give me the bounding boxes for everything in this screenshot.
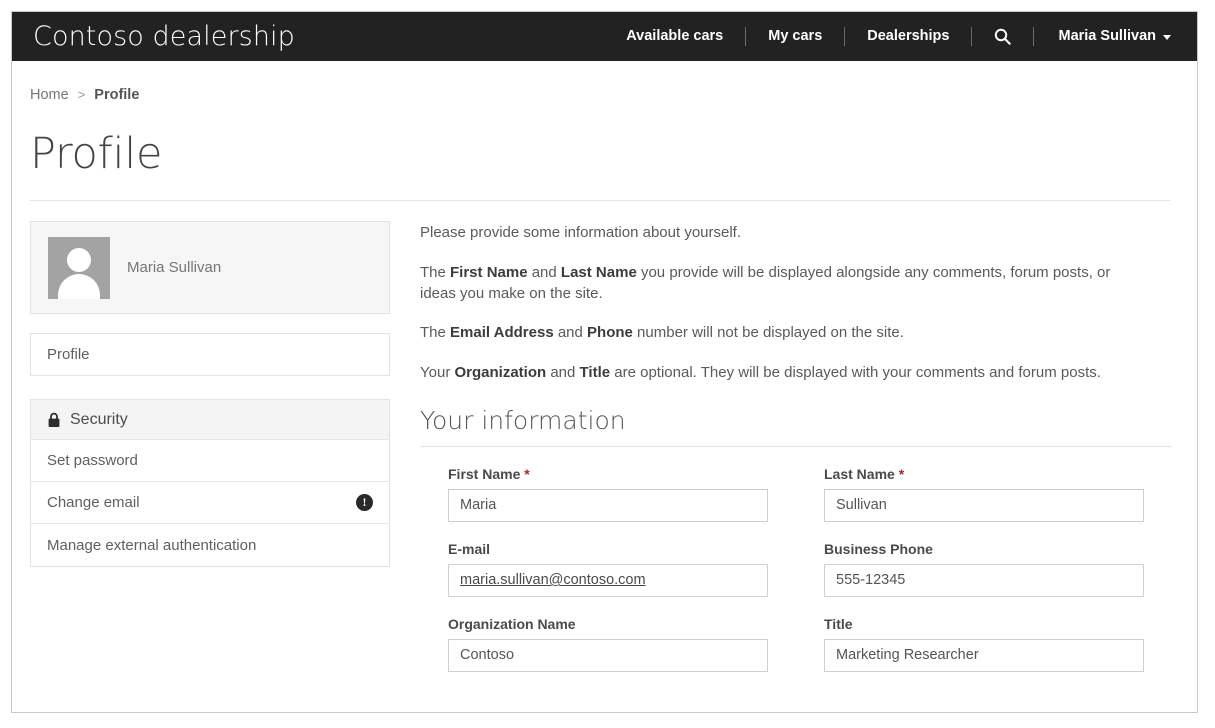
first-name-input[interactable] [448,488,768,522]
intro-text-block: Please provide some information about yo… [420,223,1179,383]
profile-summary-card: Maria Sullivan [30,221,390,315]
last-name-input[interactable] [824,488,1144,522]
warning-exclamation-icon: ! [356,494,373,512]
field-organization-name: Organization Name [448,616,768,672]
label-text: Last Name [824,465,895,482]
sidebar-item-manage-external-authentication[interactable]: Manage external authentication [31,524,389,566]
chevron-down-icon [1163,35,1171,40]
avatar-body-shape [58,273,100,299]
sidebar-item-label: Change email [47,494,140,512]
profile-form: First Name * Last Name * E-mail [420,447,1179,672]
intro-bold-first-name: First Name [450,263,528,281]
intro-paragraph-2: The First Name and Last Name you provide… [420,263,1150,304]
intro-text: The [420,263,451,281]
form-row-contact: E-mail Business Phone [448,541,1179,597]
sidebar-item-label: Manage external authentication [47,536,257,554]
intro-bold-email-address: Email Address [450,324,554,342]
main-panel: Please provide some information about yo… [390,221,1179,672]
intro-bold-phone: Phone [587,324,633,342]
page-title: Profile [30,129,163,179]
title-input[interactable] [824,638,1144,672]
required-asterisk: * [898,465,905,482]
label-text: Title [824,615,853,632]
intro-paragraph-4: Your Organization and Title are optional… [420,363,1150,384]
field-last-name: Last Name * [824,466,1144,522]
security-section-header: Security [31,400,389,441]
business-phone-input[interactable] [824,563,1144,597]
intro-text: and [546,363,580,381]
lock-icon [47,412,61,428]
email-input[interactable] [448,563,768,597]
breadcrumb-item-home[interactable]: Home [30,87,69,103]
intro-bold-title: Title [579,363,611,381]
intro-text: and [553,324,588,342]
form-row-names: First Name * Last Name * [448,466,1179,522]
field-first-name: First Name * [448,466,768,522]
intro-text: number will not be displayed on the site… [632,324,904,342]
intro-bold-last-name: Last Name [560,263,637,281]
sidebar-item-change-email[interactable]: Change email ! [31,482,389,525]
intro-text: The [420,324,451,342]
profile-user-name: Maria Sullivan [127,259,222,277]
intro-bold-organization: Organization [454,363,547,381]
avatar [48,236,110,299]
page-content: Home > Profile Profile Maria Sullivan Pr… [12,61,1197,672]
intro-paragraph-3: The Email Address and Phone number will … [420,323,1150,344]
label-first-name: First Name * [448,466,768,482]
field-title: Title [824,616,1144,672]
field-business-phone: Business Phone [824,541,1144,597]
top-navigation-bar: Contoso dealership Available cars My car… [12,12,1197,61]
nav-item-available-cars[interactable]: Available cars [604,12,745,61]
label-business-phone: Business Phone [824,541,1144,557]
label-email: E-mail [448,541,768,557]
search-button[interactable] [972,28,1033,45]
label-organization-name: Organization Name [448,616,768,632]
label-title: Title [824,616,1144,632]
label-text: Business Phone [824,540,933,557]
breadcrumb: Home > Profile [30,61,1179,103]
sidebar-nav-card: Profile [30,333,390,377]
nav-links-group: Available cars My cars Dealerships Maria… [604,12,1189,61]
content-columns: Maria Sullivan Profile Security Set pass… [30,201,1179,672]
label-text: Organization Name [448,615,576,632]
user-menu-label: Maria Sullivan [1058,28,1156,44]
brand-title[interactable]: Contoso dealership [33,21,295,52]
field-email: E-mail [448,541,768,597]
sidebar: Maria Sullivan Profile Security Set pass… [30,221,390,568]
breadcrumb-separator: > [77,87,86,102]
intro-text: are optional. They will be displayed wit… [610,363,1101,381]
nav-item-my-cars[interactable]: My cars [746,12,844,61]
avatar-head-shape [67,247,91,272]
breadcrumb-item-profile: Profile [94,87,140,103]
sidebar-item-set-password[interactable]: Set password [31,440,389,483]
label-text: E-mail [448,540,491,557]
form-row-org: Organization Name Title [448,616,1179,672]
page-frame: Contoso dealership Available cars My car… [11,11,1198,713]
sidebar-item-label: Set password [47,452,138,470]
required-asterisk: * [524,465,530,482]
intro-paragraph-1: Please provide some information about yo… [420,224,742,242]
search-icon [994,28,1012,45]
user-menu-button[interactable]: Maria Sullivan [1034,12,1189,61]
security-section-title: Security [70,410,128,428]
sidebar-security-card: Security Set password Change email ! Man… [30,399,390,568]
organization-name-input[interactable] [448,638,768,672]
intro-text: Your [420,363,455,381]
intro-text: and [527,263,561,281]
nav-item-dealerships[interactable]: Dealerships [845,12,971,61]
section-title-your-information: Your information [420,405,626,435]
sidebar-item-profile[interactable]: Profile [31,334,389,375]
label-text: First Name [448,465,521,482]
label-last-name: Last Name * [824,466,1144,482]
